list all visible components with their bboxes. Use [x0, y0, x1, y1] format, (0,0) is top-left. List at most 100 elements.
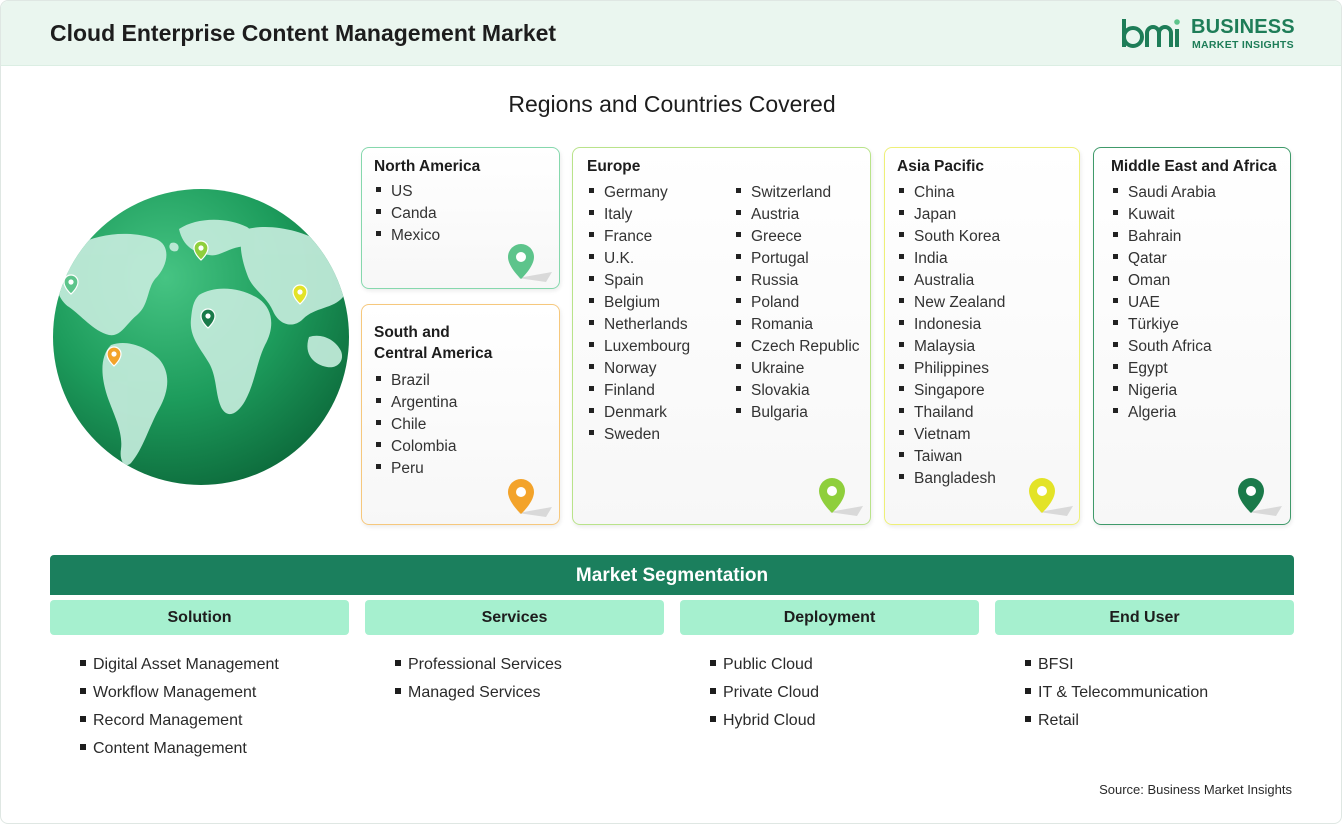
segment-header-end-user: End User: [995, 600, 1294, 635]
list-item: Malaysia: [899, 336, 1005, 358]
map-pin-icon: [508, 479, 552, 517]
logo-text-business: BUSINESS: [1191, 16, 1295, 38]
list-item: Philippines: [899, 358, 1005, 380]
list-item: Bulgaria: [736, 402, 860, 424]
list-item: Retail: [1025, 707, 1208, 735]
list-item: Workflow Management: [80, 679, 279, 707]
list-item: Professional Services: [395, 651, 562, 679]
list-item: Belgium: [589, 292, 690, 314]
region-card-north-america: North America US Canda Mexico: [361, 147, 560, 289]
list-item: Thailand: [899, 402, 1005, 424]
list-item: Egypt: [1113, 358, 1216, 380]
list-item: Nigeria: [1113, 380, 1216, 402]
map-pin-icon: [1238, 478, 1282, 516]
list-item: Slovakia: [736, 380, 860, 402]
list-item: Switzerland: [736, 182, 860, 204]
list-item: Spain: [589, 270, 690, 292]
country-list-col-1: Germany Italy France U.K. Spain Belgium …: [589, 182, 690, 446]
list-item: Czech Republic: [736, 336, 860, 358]
list-item: Singapore: [899, 380, 1005, 402]
country-list: Brazil Argentina Chile Colombia Peru: [376, 370, 457, 480]
region-title: North America: [374, 158, 481, 175]
regions-title: Regions and Countries Covered: [508, 91, 836, 117]
list-item: Finland: [589, 380, 690, 402]
segment-list-services: Professional Services Managed Services: [395, 651, 562, 707]
region-card-middle-east-africa: Middle East and Africa Saudi Arabia Kuwa…: [1093, 147, 1291, 525]
list-item: India: [899, 248, 1005, 270]
segmentation-title: Market Segmentation: [50, 555, 1294, 595]
list-item: Australia: [899, 270, 1005, 292]
map-pin-icon: [819, 478, 863, 516]
list-item: Taiwan: [899, 446, 1005, 468]
bmi-logo-icon: [1122, 19, 1180, 48]
list-item: France: [589, 226, 690, 248]
list-item: IT & Telecommunication: [1025, 679, 1208, 707]
list-item: Norway: [589, 358, 690, 380]
region-title-line-1: South and: [374, 324, 450, 341]
segment-list-solution: Digital Asset Management Workflow Manage…: [80, 651, 279, 763]
map-pin-icon: [1029, 478, 1073, 516]
globe-icon: [53, 189, 349, 485]
region-title: Asia Pacific: [897, 158, 985, 175]
list-item: UAE: [1113, 292, 1216, 314]
logo-text-market-insights: MARKET INSIGHTS: [1192, 39, 1294, 51]
list-item: Russia: [736, 270, 860, 292]
region-title-line-2: Central America: [374, 345, 493, 362]
list-item: US: [376, 181, 440, 203]
segment-header-deployment: Deployment: [680, 600, 979, 635]
list-item: Greece: [736, 226, 860, 248]
segment-header-solution: Solution: [50, 600, 349, 635]
segment-list-deployment: Public Cloud Private Cloud Hybrid Cloud: [710, 651, 819, 735]
list-item: Japan: [899, 204, 1005, 226]
map-pin-icon: [508, 244, 552, 282]
list-item: Denmark: [589, 402, 690, 424]
list-item: South Korea: [899, 226, 1005, 248]
list-item: Public Cloud: [710, 651, 819, 679]
list-item: Indonesia: [899, 314, 1005, 336]
list-item: Luxembourg: [589, 336, 690, 358]
list-item: Poland: [736, 292, 860, 314]
list-item: Sweden: [589, 424, 690, 446]
region-card-asia-pacific: Asia Pacific China Japan South Korea Ind…: [884, 147, 1080, 525]
segment-header-services: Services: [365, 600, 664, 635]
list-item: Italy: [589, 204, 690, 226]
list-item: Germany: [589, 182, 690, 204]
list-item: Brazil: [376, 370, 457, 392]
region-card-south-central-america: South and Central America Brazil Argenti…: [361, 304, 560, 525]
region-title: Europe: [587, 158, 641, 175]
list-item: Kuwait: [1113, 204, 1216, 226]
region-title: South and Central America: [374, 322, 492, 364]
list-item: Colombia: [376, 436, 457, 458]
country-list-col-2: Switzerland Austria Greece Portugal Russ…: [736, 182, 860, 424]
region-card-europe: Europe Germany Italy France U.K. Spain B…: [572, 147, 871, 525]
list-item: U.K.: [589, 248, 690, 270]
country-list: Saudi Arabia Kuwait Bahrain Qatar Oman U…: [1113, 182, 1216, 424]
list-item: Argentina: [376, 392, 457, 414]
list-item: New Zealand: [899, 292, 1005, 314]
list-item: Mexico: [376, 225, 440, 247]
list-item: Managed Services: [395, 679, 562, 707]
list-item: Saudi Arabia: [1113, 182, 1216, 204]
list-item: Portugal: [736, 248, 860, 270]
list-item: Türkiye: [1113, 314, 1216, 336]
list-item: BFSI: [1025, 651, 1208, 679]
list-item: South Africa: [1113, 336, 1216, 358]
list-item: Bangladesh: [899, 468, 1005, 490]
list-item: Hybrid Cloud: [710, 707, 819, 735]
brand-logo: BUSINESS MARKET INSIGHTS: [1121, 15, 1301, 55]
list-item: Digital Asset Management: [80, 651, 279, 679]
country-list: China Japan South Korea India Australia …: [899, 182, 1005, 490]
list-item: Romania: [736, 314, 860, 336]
list-item: Private Cloud: [710, 679, 819, 707]
country-list: US Canda Mexico: [376, 181, 440, 247]
source-note: Source: Business Market Insights: [1099, 782, 1292, 797]
list-item: Bahrain: [1113, 226, 1216, 248]
page-title: Cloud Enterprise Content Management Mark…: [50, 20, 557, 46]
list-item: Peru: [376, 458, 457, 480]
region-title: Middle East and Africa: [1111, 158, 1277, 175]
list-item: Record Management: [80, 707, 279, 735]
list-item: Algeria: [1113, 402, 1216, 424]
list-item: Austria: [736, 204, 860, 226]
list-item: Ukraine: [736, 358, 860, 380]
list-item: Netherlands: [589, 314, 690, 336]
